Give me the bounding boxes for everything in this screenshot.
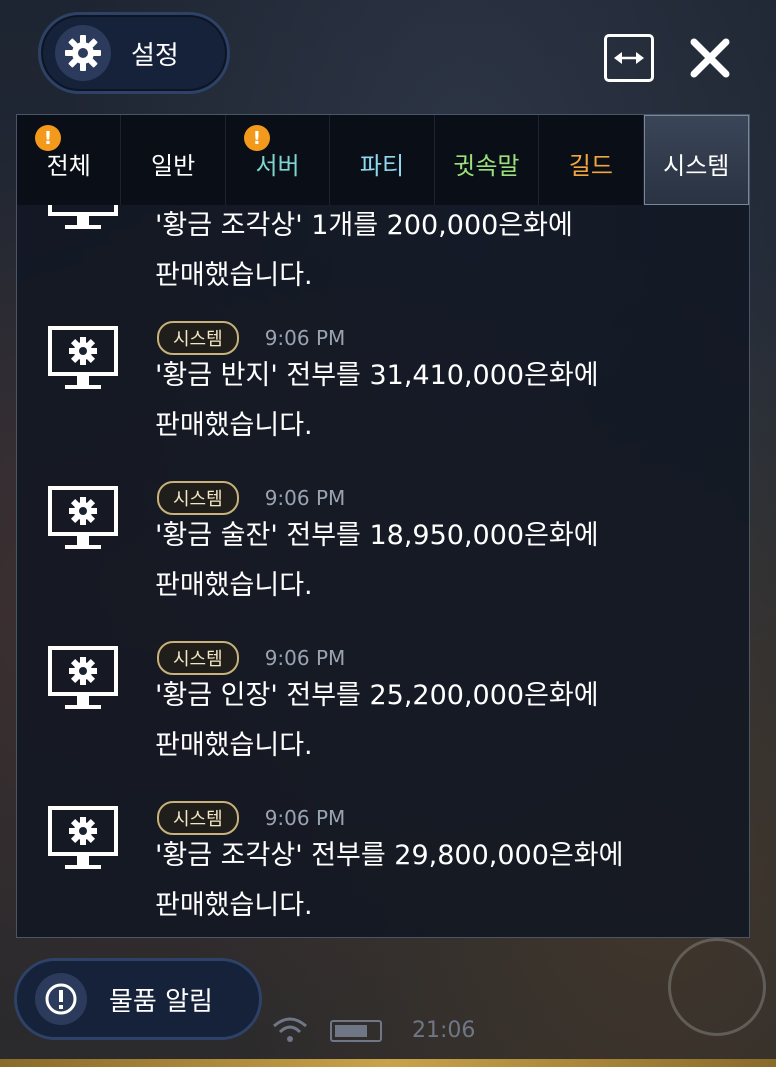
- timestamp: 9:06 PM: [264, 326, 346, 350]
- expand-button[interactable]: [604, 34, 654, 82]
- tab-guild[interactable]: 길드: [539, 115, 644, 205]
- tab-label: 일반: [151, 151, 196, 180]
- monitor-gear-icon: [47, 805, 119, 881]
- chat-panel: ! 전체 일반 ! 서버 파티 귓속말 길드 시스템 '황금 조각상' 1개를 …: [16, 114, 750, 938]
- message-text: '황금 술잔' 전부를 18,950,000은화에 판매했습니다.: [155, 520, 599, 601]
- tab-whisper[interactable]: 귓속말: [435, 115, 540, 205]
- tab-label: 귓속말: [453, 151, 520, 180]
- tab-label: 파티: [359, 151, 405, 180]
- tab-system[interactable]: 시스템: [643, 115, 749, 205]
- message-text: '황금 반지' 전부를 31,410,000은화에 판매했습니다.: [155, 360, 599, 441]
- message-meta: 시스템 9:06 PM: [157, 641, 345, 675]
- timestamp: 9:06 PM: [264, 806, 346, 830]
- system-tag: 시스템: [157, 641, 239, 675]
- notification-badge-icon: !: [35, 125, 61, 151]
- tab-party[interactable]: 파티: [330, 115, 435, 205]
- expand-arrows-icon: [614, 52, 644, 64]
- monitor-gear-icon: [47, 205, 119, 241]
- message-meta: 시스템 9:06 PM: [157, 481, 345, 515]
- item-notice-button[interactable]: 물품 알림: [14, 958, 262, 1040]
- system-tag: 시스템: [157, 801, 239, 835]
- exclamation-circle-icon: [35, 973, 87, 1025]
- message-text: '황금 인장' 전부를 25,200,000은화에 판매했습니다.: [155, 680, 599, 761]
- message-meta: 시스템 9:06 PM: [157, 321, 345, 355]
- tab-label: 시스템: [663, 151, 730, 180]
- settings-button[interactable]: 설정: [38, 12, 230, 94]
- tab-general[interactable]: 일반: [121, 115, 226, 205]
- gear-icon: [55, 25, 111, 81]
- chat-tabs: ! 전체 일반 ! 서버 파티 귓속말 길드 시스템: [17, 115, 749, 205]
- message-meta: 시스템 9:06 PM: [157, 801, 345, 835]
- system-tag: 시스템: [157, 321, 239, 355]
- tab-label: 전체: [46, 151, 91, 180]
- timestamp: 9:06 PM: [264, 486, 346, 510]
- tab-all[interactable]: ! 전체: [17, 115, 122, 205]
- message-text: '황금 조각상' 1개를 200,000은화에 판매했습니다.: [155, 210, 573, 291]
- tab-label: 서버: [255, 151, 300, 180]
- message-list[interactable]: '황금 조각상' 1개를 200,000은화에 판매했습니다. 시스템 9:06…: [17, 205, 749, 937]
- system-tag: 시스템: [157, 481, 239, 515]
- tab-label: 길드: [568, 151, 613, 180]
- settings-label: 설정: [131, 40, 179, 71]
- monitor-gear-icon: [47, 485, 119, 561]
- close-button[interactable]: [688, 36, 732, 80]
- close-icon: [690, 38, 730, 78]
- status-clock: 21:06: [412, 1018, 476, 1043]
- background-bottom-bar: [0, 1059, 776, 1067]
- auto-action-icon[interactable]: [668, 938, 766, 1036]
- item-notice-label: 물품 알림: [109, 986, 213, 1017]
- notification-badge-icon: !: [243, 125, 270, 151]
- tab-server[interactable]: ! 서버: [226, 115, 331, 205]
- monitor-gear-icon: [47, 325, 119, 401]
- wifi-icon: [273, 1017, 307, 1042]
- message-text: '황금 조각상' 전부를 29,800,000은화에 판매했습니다.: [155, 840, 624, 921]
- timestamp: 9:06 PM: [264, 646, 346, 670]
- monitor-gear-icon: [47, 645, 119, 721]
- battery-icon: [330, 1020, 382, 1042]
